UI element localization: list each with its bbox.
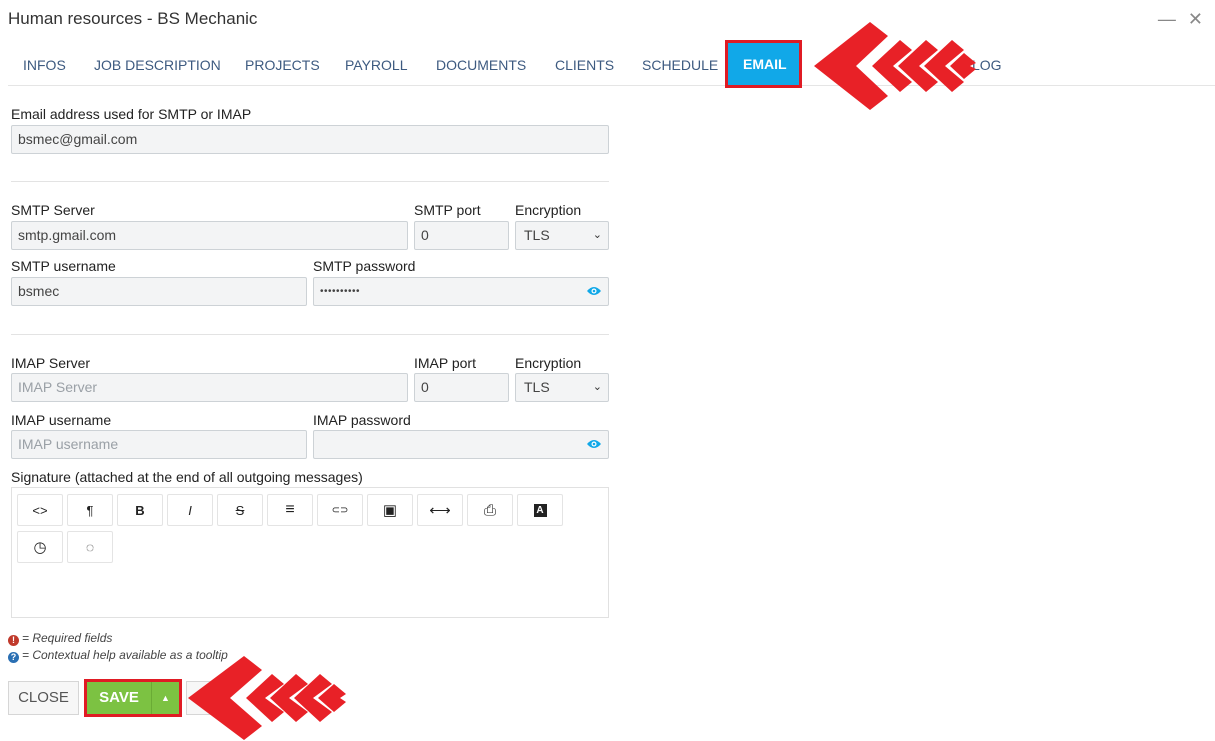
chevron-down-icon: ⌄ [592,381,602,393]
smtp-encryption-label: Encryption [515,202,582,218]
required-note: = Required fields [22,631,113,645]
paragraph-icon[interactable]: ¶ [67,494,113,526]
smtp-port-label: SMTP port [414,202,481,218]
imap-password-input[interactable] [313,430,609,459]
bold-icon[interactable]: B [117,494,163,526]
font-icon-glyph: A [533,503,547,517]
imap-username-label: IMAP username [11,412,112,428]
save-button-group: SAVE ▲ [84,679,182,717]
tab-clients[interactable]: CLIENTS [555,44,614,86]
divider [11,181,609,182]
smtp-server-label: SMTP Server [11,202,95,218]
eye-icon[interactable] [586,284,602,298]
smtp-username-label: SMTP username [11,258,116,274]
tab-log[interactable]: LOG [972,44,1002,86]
tab-projects[interactable]: PROJECTS [245,44,320,86]
minimize-icon[interactable]: — [1158,9,1176,29]
imap-server-input[interactable]: IMAP Server [11,373,408,402]
smtp-password-value: •••••••••• [320,286,361,297]
smtp-encryption-value: TLS [524,227,550,243]
help-icon: ? [8,652,19,663]
eye-icon[interactable] [586,437,602,451]
comment-icon[interactable]: ◌ [67,531,113,563]
strikethrough-icon[interactable]: S [217,494,263,526]
smtp-password-input[interactable]: •••••••••• [313,277,609,306]
imap-encryption-label: Encryption [515,355,582,371]
imap-server-label: IMAP Server [11,355,91,371]
imap-username-input[interactable]: IMAP username [11,430,307,459]
save-dropdown-button[interactable]: ▲ [151,682,179,714]
clock-icon[interactable]: ◷ [17,531,63,563]
tab-bar: INFOS JOB DESCRIPTION PROJECTS PAYROLL D… [8,42,1215,86]
smtp-server-input[interactable]: smtp.gmail.com [11,221,408,250]
chevron-down-icon: ⌄ [592,229,602,241]
list-icon[interactable]: ≡ [267,494,313,526]
close-icon[interactable]: ✕ [1188,9,1203,29]
signature-label: Signature (attached at the end of all ou… [11,469,363,485]
email-label: Email address used for SMTP or IMAP [11,106,252,122]
legend-notes: ! = Required fields ? = Contextual help av… [8,630,228,664]
imap-port-label: IMAP port [414,355,476,371]
close-button[interactable]: CLOSE [8,681,79,715]
window-title: Human resources - BS Mechanic [8,9,258,28]
imap-password-label: IMAP password [313,412,411,428]
tab-payroll[interactable]: PAYROLL [345,44,408,86]
imap-encryption-value: TLS [524,379,550,395]
required-icon: ! [8,635,19,646]
smtp-port-input[interactable]: 0 [414,221,509,250]
tab-documents[interactable]: DOCUMENTS [436,44,526,86]
image-icon[interactable]: ▣ [367,494,413,526]
print-icon[interactable]: ⎙ [467,494,513,526]
tab-schedule[interactable]: SCHEDULE [642,44,718,86]
italic-icon[interactable]: I [167,494,213,526]
signature-editor[interactable]: <> ¶ B I S ≡ ⊂⊃ ▣ ⟷ ⎙ A ◷ ◌ [11,487,609,618]
tab-infos[interactable]: INFOS [23,44,66,86]
divider [11,334,609,335]
link-icon[interactable]: ⊂⊃ [317,494,363,526]
smtp-password-label: SMTP password [313,258,416,274]
window-controls: — ✕ [1158,9,1203,29]
extra-button[interactable] [186,681,216,715]
horizontal-rule-icon[interactable]: ⟷ [417,494,463,526]
font-icon[interactable]: A [517,494,563,526]
smtp-encryption-select[interactable]: TLS ⌄ [515,221,609,250]
imap-port-input[interactable]: 0 [414,373,509,402]
save-button[interactable]: SAVE [87,682,151,714]
email-field[interactable]: bsmec@gmail.com [11,125,609,154]
code-view-icon[interactable]: <> [17,494,63,526]
imap-encryption-select[interactable]: TLS ⌄ [515,373,609,402]
help-note: = Contextual help available as a tooltip [22,648,228,662]
smtp-username-input[interactable]: bsmec [11,277,307,306]
tab-email[interactable]: EMAIL [728,42,802,86]
tab-job-description[interactable]: JOB DESCRIPTION [94,44,221,86]
